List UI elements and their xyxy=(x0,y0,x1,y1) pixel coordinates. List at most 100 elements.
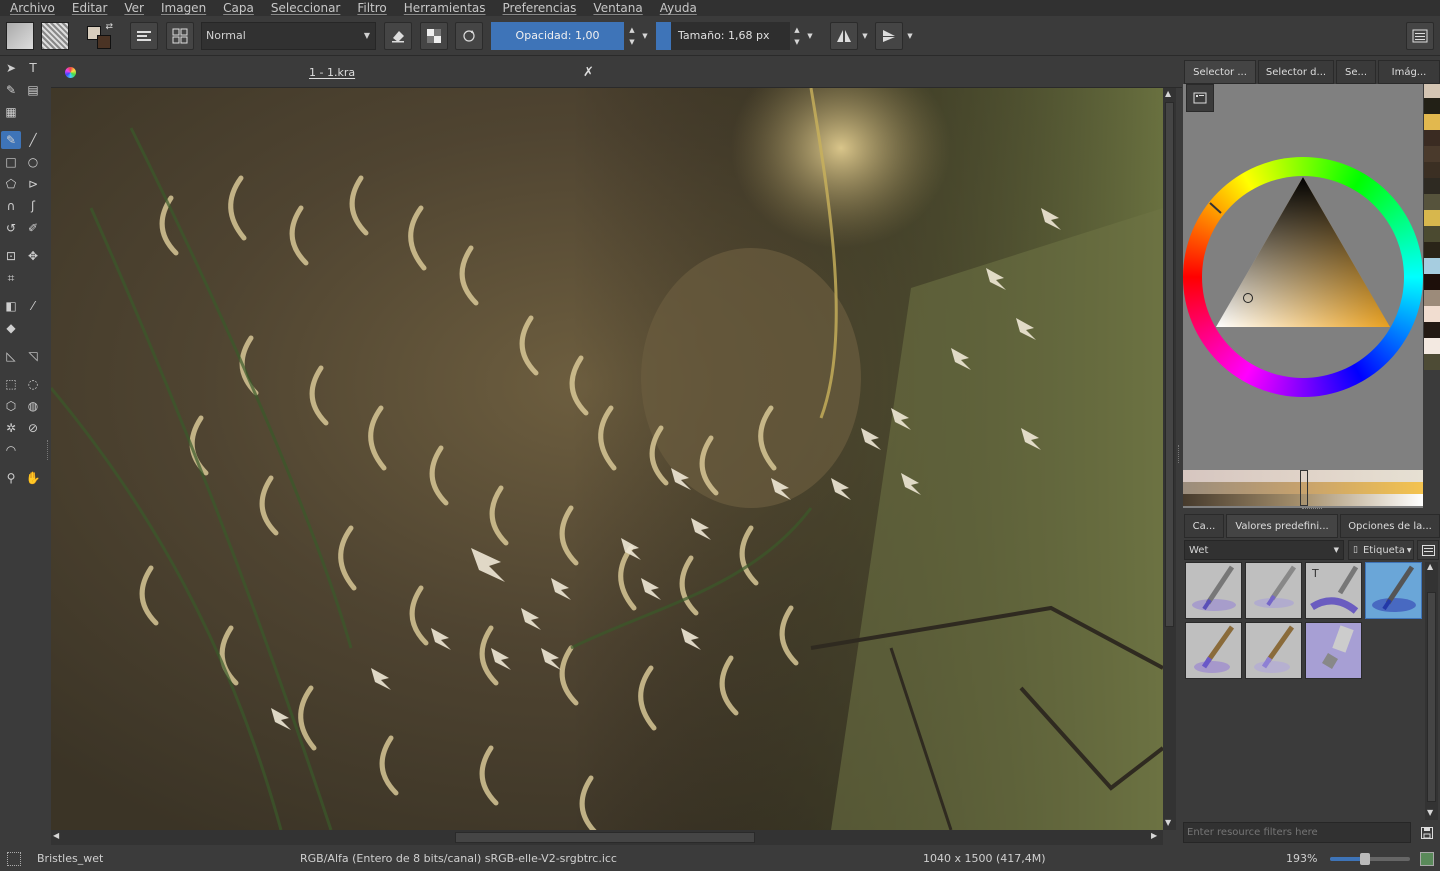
tab-channels[interactable]: Ca... xyxy=(1184,514,1224,538)
mirror-v-menu-arrow[interactable]: ▼ xyxy=(904,21,916,50)
panel-splitter[interactable] xyxy=(1302,508,1322,510)
bezier-curve-tool-icon[interactable]: ∩ xyxy=(1,197,21,215)
measure-tool-icon[interactable]: ◹ xyxy=(23,347,43,365)
size-slider[interactable]: Tamaño: 1,68 px xyxy=(656,21,790,50)
preset-tag-select[interactable]: Wet ▼ xyxy=(1184,540,1344,560)
tab-specific-color[interactable]: Se... xyxy=(1336,60,1376,84)
menu-imagen[interactable]: Imagen xyxy=(151,1,213,15)
vertical-scroll-thumb[interactable] xyxy=(1165,102,1174,627)
brush-preset-3[interactable]: T xyxy=(1305,562,1362,619)
menu-archivo[interactable]: Archivo xyxy=(0,1,62,15)
preset-view-options-button[interactable] xyxy=(1417,540,1439,560)
eraser-mode-button[interactable] xyxy=(384,21,412,50)
text-tool-icon[interactable]: T xyxy=(23,59,43,77)
menu-editar[interactable]: Editar xyxy=(62,1,115,15)
scroll-right-icon[interactable]: ▶ xyxy=(1151,831,1157,840)
tab-brush-presets[interactable]: Valores predefini... xyxy=(1226,514,1338,538)
horizontal-scrollbar[interactable]: ◀ ▶ xyxy=(51,830,1163,845)
menu-capa[interactable]: Capa xyxy=(213,1,261,15)
color-history-strip[interactable] xyxy=(1424,84,1440,428)
workspace-chooser-button[interactable] xyxy=(1406,21,1434,50)
presets-scrollbar[interactable]: ▲ ▼ xyxy=(1425,562,1438,820)
contiguous-selection-icon[interactable]: ✲ xyxy=(1,419,21,437)
fill-tool-icon[interactable]: ◆ xyxy=(1,319,21,337)
scroll-down-icon[interactable]: ▼ xyxy=(1165,818,1171,827)
multibrush-tool-icon[interactable]: ✐ xyxy=(23,219,43,237)
calligraphy-tool-icon[interactable]: ▤ xyxy=(23,81,43,99)
resource-filter-input[interactable] xyxy=(1183,822,1411,843)
scroll-up-icon[interactable]: ▲ xyxy=(1165,89,1171,98)
scroll-down-icon[interactable]: ▼ xyxy=(1427,808,1433,817)
presets-scroll-thumb[interactable] xyxy=(1427,592,1436,802)
brush-preset-5[interactable] xyxy=(1185,622,1242,679)
size-spin-buttons[interactable]: ▲ ▼ xyxy=(790,21,804,50)
reload-preset-button[interactable] xyxy=(455,21,483,50)
pattern-swatch[interactable] xyxy=(40,21,70,50)
spin-down-icon[interactable]: ▼ xyxy=(629,36,634,48)
color-wheel[interactable] xyxy=(1183,157,1423,397)
gradient-swatch[interactable] xyxy=(5,21,35,50)
save-filter-button[interactable] xyxy=(1416,822,1438,843)
transform-tool-icon[interactable]: ⊡ xyxy=(1,247,21,265)
rectangular-selection-icon[interactable]: ⬚ xyxy=(1,375,21,393)
menu-seleccionar[interactable]: Seleccionar xyxy=(261,1,347,15)
brush-preset-4-selected[interactable] xyxy=(1365,562,1422,619)
mirror-menu-arrow[interactable]: ▼ xyxy=(859,21,871,50)
brush-preset-6[interactable] xyxy=(1245,622,1302,679)
painting-canvas[interactable] xyxy=(51,88,1163,830)
selection-mode-icon[interactable] xyxy=(7,851,21,866)
brush-preset-7[interactable] xyxy=(1305,622,1362,679)
tab-color-selector[interactable]: Selector d... xyxy=(1258,60,1334,84)
brush-preset-2[interactable] xyxy=(1245,562,1302,619)
scroll-left-icon[interactable]: ◀ xyxy=(53,831,59,840)
elliptical-selection-icon[interactable]: ◌ xyxy=(23,375,43,393)
zoom-slider[interactable] xyxy=(1330,853,1410,865)
size-menu-arrow[interactable]: ▼ xyxy=(804,21,816,50)
tag-button[interactable]: ▯ Etiqueta ▼ xyxy=(1348,540,1414,560)
assistant-tool-icon[interactable]: ◺ xyxy=(1,347,21,365)
close-icon[interactable]: ✗ xyxy=(583,65,594,80)
document-tab[interactable]: 1 - 1.kra ✗ xyxy=(51,58,612,88)
edit-shapes-tool-icon[interactable]: ✎ xyxy=(1,81,21,99)
opacity-spin-buttons[interactable]: ▲ ▼ xyxy=(625,21,639,50)
freehand-selection-icon[interactable]: ◍ xyxy=(23,397,43,415)
scroll-up-icon[interactable]: ▲ xyxy=(1427,562,1433,571)
polygonal-selection-icon[interactable]: ⬡ xyxy=(1,397,21,415)
tab-image[interactable]: Imág... xyxy=(1378,60,1440,84)
pattern-edit-tool-icon[interactable]: ▦ xyxy=(1,103,21,121)
tab-advanced-color-selector[interactable]: Selector ... xyxy=(1184,60,1256,84)
color-selector-settings-button[interactable] xyxy=(1186,84,1214,112)
dock-splitter[interactable] xyxy=(1178,445,1180,463)
menu-preferencias[interactable]: Preferencias xyxy=(493,1,584,15)
preserve-alpha-button[interactable] xyxy=(420,21,448,50)
vertical-scrollbar[interactable]: ▲ ▼ xyxy=(1163,88,1176,830)
menu-filtro[interactable]: Filtro xyxy=(347,1,393,15)
freehand-brush-tool-icon[interactable]: ✎ xyxy=(1,131,21,149)
line-tool-icon[interactable]: ╱ xyxy=(23,131,43,149)
menu-herramientas[interactable]: Herramientas xyxy=(394,1,493,15)
zoom-slider-handle[interactable] xyxy=(1360,853,1370,865)
toolbox-splitter[interactable] xyxy=(47,440,49,460)
fg-bg-color-selector[interactable]: ⇄ xyxy=(84,21,114,50)
polygon-tool-icon[interactable]: ⬠ xyxy=(1,175,21,193)
menu-ventana[interactable]: Ventana xyxy=(583,1,649,15)
horizontal-mirror-button[interactable] xyxy=(830,21,858,50)
brush-preset-1[interactable] xyxy=(1185,562,1242,619)
brush-presets-button[interactable] xyxy=(166,21,194,50)
canvas-only-toggle-icon[interactable] xyxy=(1420,851,1434,866)
freehand-path-tool-icon[interactable]: ʃ xyxy=(23,197,43,215)
color-sliders[interactable] xyxy=(1183,470,1423,506)
move-tool-icon[interactable]: ✥ xyxy=(23,247,43,265)
tab-tool-options[interactable]: Opciones de la... xyxy=(1340,514,1440,538)
edit-brush-settings-button[interactable] xyxy=(130,21,158,50)
spin-up-icon[interactable]: ▲ xyxy=(629,24,634,36)
select-shapes-tool-icon[interactable]: ➤ xyxy=(1,59,21,77)
crop-tool-icon[interactable]: ⌗ xyxy=(1,269,21,287)
blend-mode-select[interactable]: Normal ▼ xyxy=(201,21,376,50)
polyline-tool-icon[interactable]: ⊳ xyxy=(23,175,43,193)
rectangle-tool-icon[interactable]: □ xyxy=(1,153,21,171)
zoom-tool-icon[interactable]: ⚲ xyxy=(1,469,21,487)
ellipse-tool-icon[interactable]: ○ xyxy=(23,153,43,171)
spin-down-icon[interactable]: ▼ xyxy=(794,36,799,48)
pan-tool-icon[interactable]: ✋ xyxy=(23,469,43,487)
